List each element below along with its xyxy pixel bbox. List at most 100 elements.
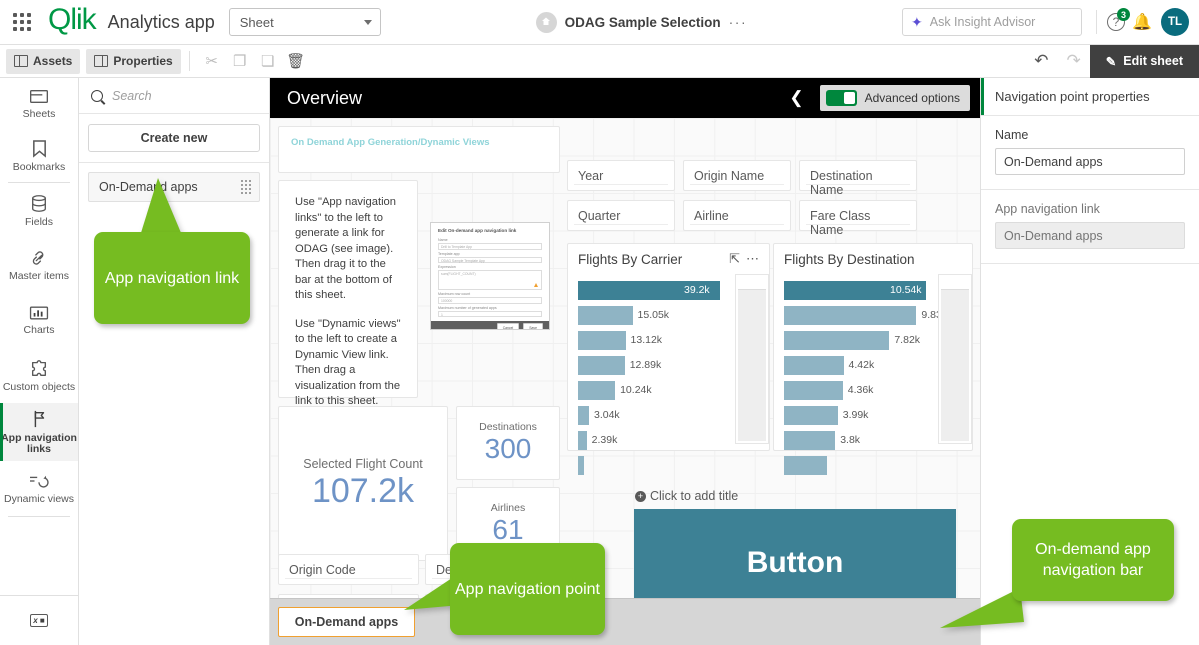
create-new-button[interactable]: Create new [88, 124, 260, 152]
chart-bar-row[interactable]: 9.83k [784, 303, 962, 328]
assets-toggle-button[interactable]: Assets [6, 49, 80, 74]
kebab-menu-icon[interactable]: ⋯ [746, 251, 759, 267]
filter-pane-airline[interactable]: Airline [683, 200, 791, 231]
chart-bar-row[interactable]: 10.54k [784, 278, 962, 303]
kpi-selected-flight-count[interactable]: Selected Flight Count 107.2k [278, 406, 448, 561]
chart-bar[interactable] [784, 356, 844, 375]
sheet-canvas[interactable]: On Demand App Generation/Dynamic Views U… [270, 118, 980, 645]
sidebar-item-custom-objects[interactable]: Custom objects [0, 348, 78, 403]
sidebar-item-bookmarks[interactable]: Bookmarks [0, 130, 78, 182]
chart-bar-row[interactable]: 3.99k [784, 403, 962, 428]
properties-toggle-button[interactable]: Properties [86, 49, 180, 74]
chart-minimap[interactable] [938, 274, 972, 444]
chart-bar-label: 7.82k [894, 334, 920, 346]
selection-title: ODAG Sample Selection [565, 15, 721, 30]
kpi-destinations[interactable]: Destinations 300 [456, 406, 560, 480]
qlik-logo[interactable]: Qlik [44, 3, 98, 41]
chart-bar[interactable] [578, 331, 626, 350]
chart-bar[interactable] [784, 306, 916, 325]
chart-bar-row[interactable]: 13.12k [578, 328, 759, 353]
chart-bar-row[interactable]: 15.05k [578, 303, 759, 328]
chart-bar-row[interactable]: 39.2k [578, 278, 759, 303]
chart-bar[interactable] [784, 431, 835, 450]
copy-button[interactable]: ❐ [226, 49, 254, 74]
chart-bar[interactable] [784, 331, 889, 350]
filter-pane-destination-name[interactable]: Destination Name [799, 160, 917, 191]
sheet-header-actions: ❮ Advanced options [783, 85, 970, 111]
chart-bar-label: 4.36k [848, 384, 874, 396]
sidebar-item-sheets[interactable]: Sheets [0, 78, 78, 130]
insight-advisor-search[interactable]: ✦ Ask Insight Advisor [902, 8, 1082, 36]
chart-bar-row[interactable]: 2.39k [578, 428, 759, 453]
toolbar-divider [189, 51, 190, 71]
sidebar-item-dynamic-views[interactable]: Dynamic views [0, 461, 78, 516]
chart-bar-label: 3.04k [594, 409, 620, 421]
selection-state-icon[interactable] [536, 12, 557, 33]
filter-pane-year[interactable]: Year [567, 160, 675, 191]
database-icon [30, 194, 48, 213]
filter-pane-origin-name[interactable]: Origin Name [683, 160, 791, 191]
chart-bar-row[interactable] [784, 453, 962, 478]
chart-bar[interactable] [578, 381, 615, 400]
drag-handle-icon[interactable] [241, 180, 251, 194]
filter-pane-origin-code[interactable]: Origin Code [278, 554, 419, 585]
sidebar-item-app-navigation-links[interactable]: App navigation links [0, 403, 78, 461]
delete-button[interactable]: 🗑 [282, 49, 310, 74]
chart-bar[interactable] [578, 306, 633, 325]
sidebar-item-master-items[interactable]: Master items [0, 238, 78, 293]
sidebar-item-charts[interactable]: Charts [0, 293, 78, 348]
sheet-selector[interactable]: Sheet [229, 8, 381, 36]
chart-bar-row[interactable]: 10.24k [578, 378, 759, 403]
embedded-image-object[interactable]: Edit On-demand app navigation link Name … [422, 180, 560, 398]
chevron-down-icon [364, 20, 372, 25]
chart-bar[interactable] [578, 406, 589, 425]
chart-bar[interactable] [578, 456, 584, 475]
chart-bar-row[interactable]: 4.36k [784, 378, 962, 403]
instructions-text-object[interactable]: Use "App navigation links" to the left t… [278, 180, 418, 398]
filter-pane-fare-class-name[interactable]: Fare Class Name [799, 200, 917, 231]
minimap-selection[interactable] [738, 277, 766, 290]
variables-button[interactable]: x ■ [0, 595, 78, 645]
embedded-cancel-button: Cancel [497, 323, 520, 330]
undo-button[interactable]: ↶ [1025, 51, 1057, 71]
cut-button[interactable]: ✂ [198, 49, 226, 74]
filter-pane-quarter[interactable]: Quarter [567, 200, 675, 231]
puzzle-icon [29, 359, 49, 378]
chart-bar-row[interactable]: 12.89k [578, 353, 759, 378]
redo-button[interactable]: ↷ [1058, 51, 1090, 71]
chart-bar[interactable] [578, 356, 625, 375]
avatar[interactable]: TL [1161, 8, 1189, 36]
chart-flights-by-carrier[interactable]: Flights By Carrier ⇱ ⋯ 39.2k15.05k13.12k… [567, 243, 770, 451]
odag-navigation-bar[interactable]: On-Demand apps [270, 598, 980, 645]
chart-bar-row[interactable]: 3.8k [784, 428, 962, 453]
selection-more-button[interactable]: ··· [729, 14, 748, 30]
chart-minimap[interactable] [735, 274, 769, 444]
chart-bar[interactable] [784, 381, 843, 400]
edit-sheet-button[interactable]: ✎ Edit sheet [1090, 45, 1199, 78]
app-launcher-button[interactable] [0, 13, 44, 31]
chart-bar[interactable] [784, 456, 827, 475]
help-button[interactable]: ? 3 [1103, 9, 1129, 35]
chart-bar[interactable] [784, 406, 838, 425]
expand-icon[interactable]: ⇱ [729, 251, 740, 267]
chart-bar-row[interactable]: 7.82k [784, 328, 962, 353]
search-input[interactable]: Search [79, 78, 269, 114]
embedded-template-label: Template app [431, 250, 549, 257]
chart-bar-row[interactable] [578, 453, 759, 478]
chart-flights-by-destination[interactable]: Flights By Destination 10.54k9.83k7.82k4… [773, 243, 973, 451]
app-title: Analytics app [108, 12, 215, 33]
paste-button[interactable]: ❏ [254, 49, 282, 74]
chart-bar[interactable] [578, 431, 587, 450]
add-title-placeholder[interactable]: + Click to add title [635, 489, 738, 503]
odag-navigation-point-button[interactable]: On-Demand apps [278, 607, 415, 637]
embedded-maxapps-label: Maximum number of generated apps [431, 304, 549, 311]
advanced-options-toggle[interactable]: Advanced options [820, 85, 970, 111]
banner-text-object[interactable]: On Demand App Generation/Dynamic Views [278, 126, 560, 173]
minimap-selection[interactable] [941, 277, 969, 290]
chevron-left-icon[interactable]: ❮ [783, 88, 809, 108]
sidebar-item-fields[interactable]: Fields [0, 183, 78, 238]
name-field[interactable]: On-Demand apps [995, 148, 1185, 175]
chart-bar-row[interactable]: 3.04k [578, 403, 759, 428]
chart-bar-row[interactable]: 4.42k [784, 353, 962, 378]
notifications-button[interactable]: 🔔 [1129, 12, 1155, 32]
